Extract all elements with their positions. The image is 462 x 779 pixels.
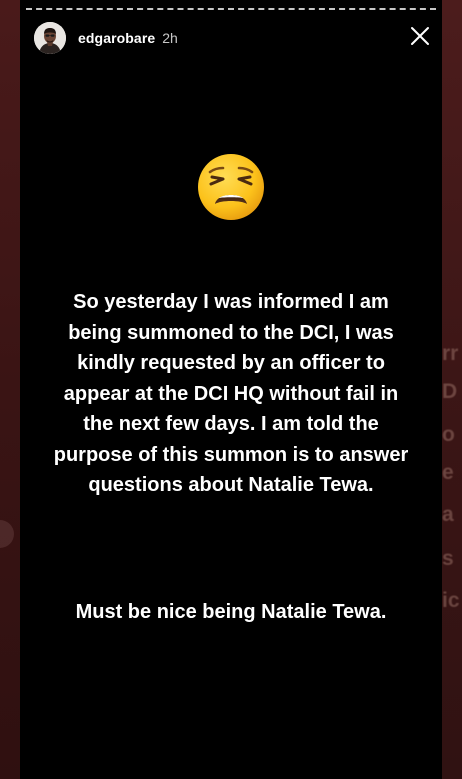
- next-story-blurred-text: a: [442, 503, 454, 526]
- story-header: edgarobare 2h: [34, 21, 178, 55]
- next-story-blurred-text: s: [442, 547, 454, 570]
- story-message-line: appear at the DCI HQ without fail in: [63, 382, 399, 405]
- story-closing-line: Must be nice being Natalie Tewa.: [75, 601, 387, 623]
- story-message-line: questions about Natalie Tewa.: [88, 474, 374, 496]
- story-message-line: the next few days. I am told the: [83, 413, 379, 435]
- previous-story-avatar: [0, 520, 14, 548]
- username[interactable]: edgarobare: [78, 30, 155, 46]
- next-story-preview[interactable]: rr D o e a s ic: [442, 0, 462, 779]
- story-message-line: purpose of this summon is to answer: [53, 443, 409, 466]
- next-story-blurred-text: rr: [442, 342, 459, 365]
- weary-face-icon: [196, 152, 266, 222]
- close-button[interactable]: [408, 24, 432, 48]
- next-story-blurred-text: ic: [442, 589, 460, 612]
- story-message: So yesterday I was informed I am being s…: [20, 287, 442, 501]
- story-card[interactable]: edgarobare 2h So yesterday I was informe…: [20, 0, 442, 779]
- avatar-photo: [34, 22, 66, 54]
- story-message-line: So yesterday I was informed I am: [73, 291, 389, 313]
- story-message-line: kindly requested by an officer to: [77, 352, 385, 374]
- avatar[interactable]: [34, 22, 66, 54]
- post-timestamp: 2h: [162, 30, 178, 46]
- close-icon: [411, 27, 429, 45]
- next-story-blurred-text: o: [442, 423, 455, 446]
- next-story-blurred-text: e: [442, 461, 454, 484]
- previous-story-preview[interactable]: [0, 0, 20, 779]
- story-viewer: rr D o e a s ic edgarobare 2h So yesterd…: [0, 0, 462, 779]
- story-message-line: being summoned to the DCI, I was: [68, 321, 394, 344]
- next-story-blurred-text: D: [442, 380, 458, 403]
- story-progress-bar: [26, 8, 436, 10]
